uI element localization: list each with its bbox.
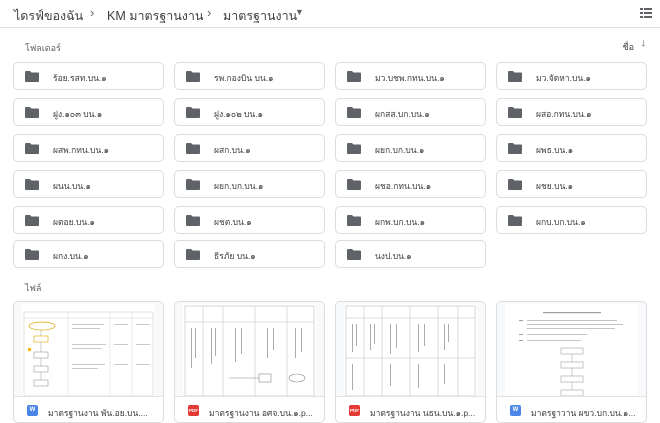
pdf-icon: PDF xyxy=(349,405,360,416)
folder-icon xyxy=(508,179,522,190)
folder-icon xyxy=(347,107,361,118)
word-doc-icon: W xyxy=(27,405,38,416)
file-card[interactable]: PDF มาตรฐานงาน อศจ.บน.๑.p... xyxy=(174,301,325,423)
folder-item[interactable]: มว.บชพ.กทน.บน.๑ xyxy=(335,62,486,90)
file-name: มาตรฐานงาน พัน.อย.บน.... xyxy=(48,408,148,418)
folder-label: ผนน.บน.๑ xyxy=(53,181,91,191)
folder-item[interactable]: ผชอ.กทน.บน.๑ xyxy=(335,170,486,198)
folder-label: รพ.กองบิน บน.๑ xyxy=(214,73,274,83)
folder-item[interactable]: ผยก.บก.บน.๑ xyxy=(174,170,325,198)
folder-icon xyxy=(347,143,361,154)
folder-item[interactable]: นงป.บน.๑ xyxy=(335,240,486,268)
file-card[interactable]: PDF มาตรฐานงาน นธน.บน.๑.p... xyxy=(335,301,486,423)
file-name: มาตรฐานงาน อศจ.บน.๑.p... xyxy=(209,408,313,418)
folder-label: ผพธ.บน.๑ xyxy=(536,145,574,155)
breadcrumb: ไดรฟ์ของฉัน › KM มาตรฐานงาน › มาตรฐานงาน… xyxy=(0,0,660,28)
folder-icon xyxy=(25,71,39,82)
folder-label: ผกง.บน.๑ xyxy=(53,251,89,261)
breadcrumb-km-folder[interactable]: KM มาตรฐานงาน xyxy=(107,6,203,26)
folder-icon xyxy=(186,215,200,226)
file-thumbnail xyxy=(14,302,163,397)
folder-item[interactable]: ธิรภัย บน.๑ xyxy=(174,240,325,268)
folder-item[interactable]: ร้อย.รสท.บน.๑ xyxy=(13,62,164,90)
sort-by-name-button[interactable]: ชื่อ xyxy=(622,40,634,54)
breadcrumb-separator: › xyxy=(207,5,212,20)
folder-label: ผชย.บน.๑ xyxy=(536,181,574,191)
folder-item[interactable]: ผสก.บน.๑ xyxy=(174,134,325,162)
file-thumbnail xyxy=(336,302,485,397)
file-name: มาตรฐานงาน นธน.บน.๑.p... xyxy=(370,408,476,418)
folder-item[interactable]: ผสอ.กทน.บน.๑ xyxy=(496,98,647,126)
folder-icon xyxy=(508,215,522,226)
folder-label: นงป.บน.๑ xyxy=(375,251,412,261)
folder-icon xyxy=(508,107,522,118)
folder-item[interactable]: ผกบ.บก.บน.๑ xyxy=(496,206,647,234)
file-thumbnail xyxy=(175,302,324,397)
folder-item[interactable]: ผพธ.บน.๑ xyxy=(496,134,647,162)
chevron-down-icon[interactable]: ▼ xyxy=(295,7,304,17)
folder-label: ธิรภัย บน.๑ xyxy=(214,251,256,261)
folder-label: ผชอ.กทน.บน.๑ xyxy=(375,181,432,191)
arrow-down-icon[interactable]: ↓ xyxy=(641,37,647,49)
file-card[interactable]: W มาตรฐานงาน พัน.อย.บน.... xyxy=(13,301,164,423)
folder-label: ผกสส.บก.บน.๑ xyxy=(375,109,430,119)
file-thumbnail xyxy=(497,302,646,397)
folder-item[interactable]: ผนน.บน.๑ xyxy=(13,170,164,198)
files-section-label: ไฟล์ xyxy=(25,283,42,293)
folder-icon xyxy=(186,179,200,190)
folder-label: ผยก.บก.บน.๑ xyxy=(214,181,264,191)
folder-item[interactable]: มว.จัดหา.บน.๑ xyxy=(496,62,647,90)
folder-item[interactable]: ผตอย.บน.๑ xyxy=(13,206,164,234)
folder-item[interactable]: ผกสส.บก.บน.๑ xyxy=(335,98,486,126)
folder-item[interactable]: ฝูง.๑๐๒ บน.๑ xyxy=(174,98,325,126)
folder-item[interactable]: ผกง.บน.๑ xyxy=(13,240,164,268)
folder-item[interactable]: ผชย.บน.๑ xyxy=(496,170,647,198)
folder-label: ร้อย.รสท.บน.๑ xyxy=(53,73,107,83)
folder-item[interactable]: ฝูง.๑๐๓ บน.๑ xyxy=(13,98,164,126)
folder-label: ผสอ.กทน.บน.๑ xyxy=(536,109,592,119)
folder-icon xyxy=(186,143,200,154)
folder-icon xyxy=(508,143,522,154)
folder-item[interactable]: รพ.กองบิน บน.๑ xyxy=(174,62,325,90)
folder-icon xyxy=(347,71,361,82)
folder-label: ผยก.บก.บน.๑ xyxy=(375,145,425,155)
folder-item[interactable]: ผยก.บก.บน.๑ xyxy=(335,134,486,162)
folder-icon xyxy=(186,71,200,82)
folder-icon xyxy=(186,249,200,260)
folder-item[interactable]: ผสพ.กทน.บน.๑ xyxy=(13,134,164,162)
folder-label: ผกพ.บก.บน.๑ xyxy=(375,217,425,227)
list-view-icon[interactable] xyxy=(640,8,652,18)
file-card[interactable]: W มาตรฐาวาน ผขว.บก.บน.๑... xyxy=(496,301,647,423)
folder-label: ฝูง.๑๐๒ บน.๑ xyxy=(214,109,264,119)
folder-icon xyxy=(25,143,39,154)
folder-icon xyxy=(25,249,39,260)
folder-icon xyxy=(347,215,361,226)
pdf-icon: PDF xyxy=(188,405,199,416)
folder-icon xyxy=(347,179,361,190)
folder-label: มว.จัดหา.บน.๑ xyxy=(536,73,591,83)
folders-section-label: โฟลเดอร์ xyxy=(25,43,61,53)
breadcrumb-separator: › xyxy=(90,5,95,20)
folder-icon xyxy=(186,107,200,118)
folder-icon xyxy=(25,107,39,118)
breadcrumb-current-folder[interactable]: มาตรฐานงาน xyxy=(223,6,297,26)
folder-icon xyxy=(508,71,522,82)
folder-icon xyxy=(25,179,39,190)
folder-label: ผชต.บน.๑ xyxy=(214,217,252,227)
word-doc-icon: W xyxy=(510,405,521,416)
folder-label: ผตอย.บน.๑ xyxy=(53,217,95,227)
folder-item[interactable]: ผกพ.บก.บน.๑ xyxy=(335,206,486,234)
folder-icon xyxy=(25,215,39,226)
folder-label: ผสก.บน.๑ xyxy=(214,145,251,155)
folder-label: มว.บชพ.กทน.บน.๑ xyxy=(375,73,445,83)
folder-item[interactable]: ผชต.บน.๑ xyxy=(174,206,325,234)
breadcrumb-my-drive[interactable]: ไดรฟ์ของฉัน xyxy=(14,6,83,26)
folder-icon xyxy=(347,249,361,260)
folder-label: ฝูง.๑๐๓ บน.๑ xyxy=(53,109,103,119)
folder-label: ผกบ.บก.บน.๑ xyxy=(536,217,586,227)
folder-label: ผสพ.กทน.บน.๑ xyxy=(53,145,110,155)
file-name: มาตรฐาวาน ผขว.บก.บน.๑... xyxy=(531,408,636,418)
